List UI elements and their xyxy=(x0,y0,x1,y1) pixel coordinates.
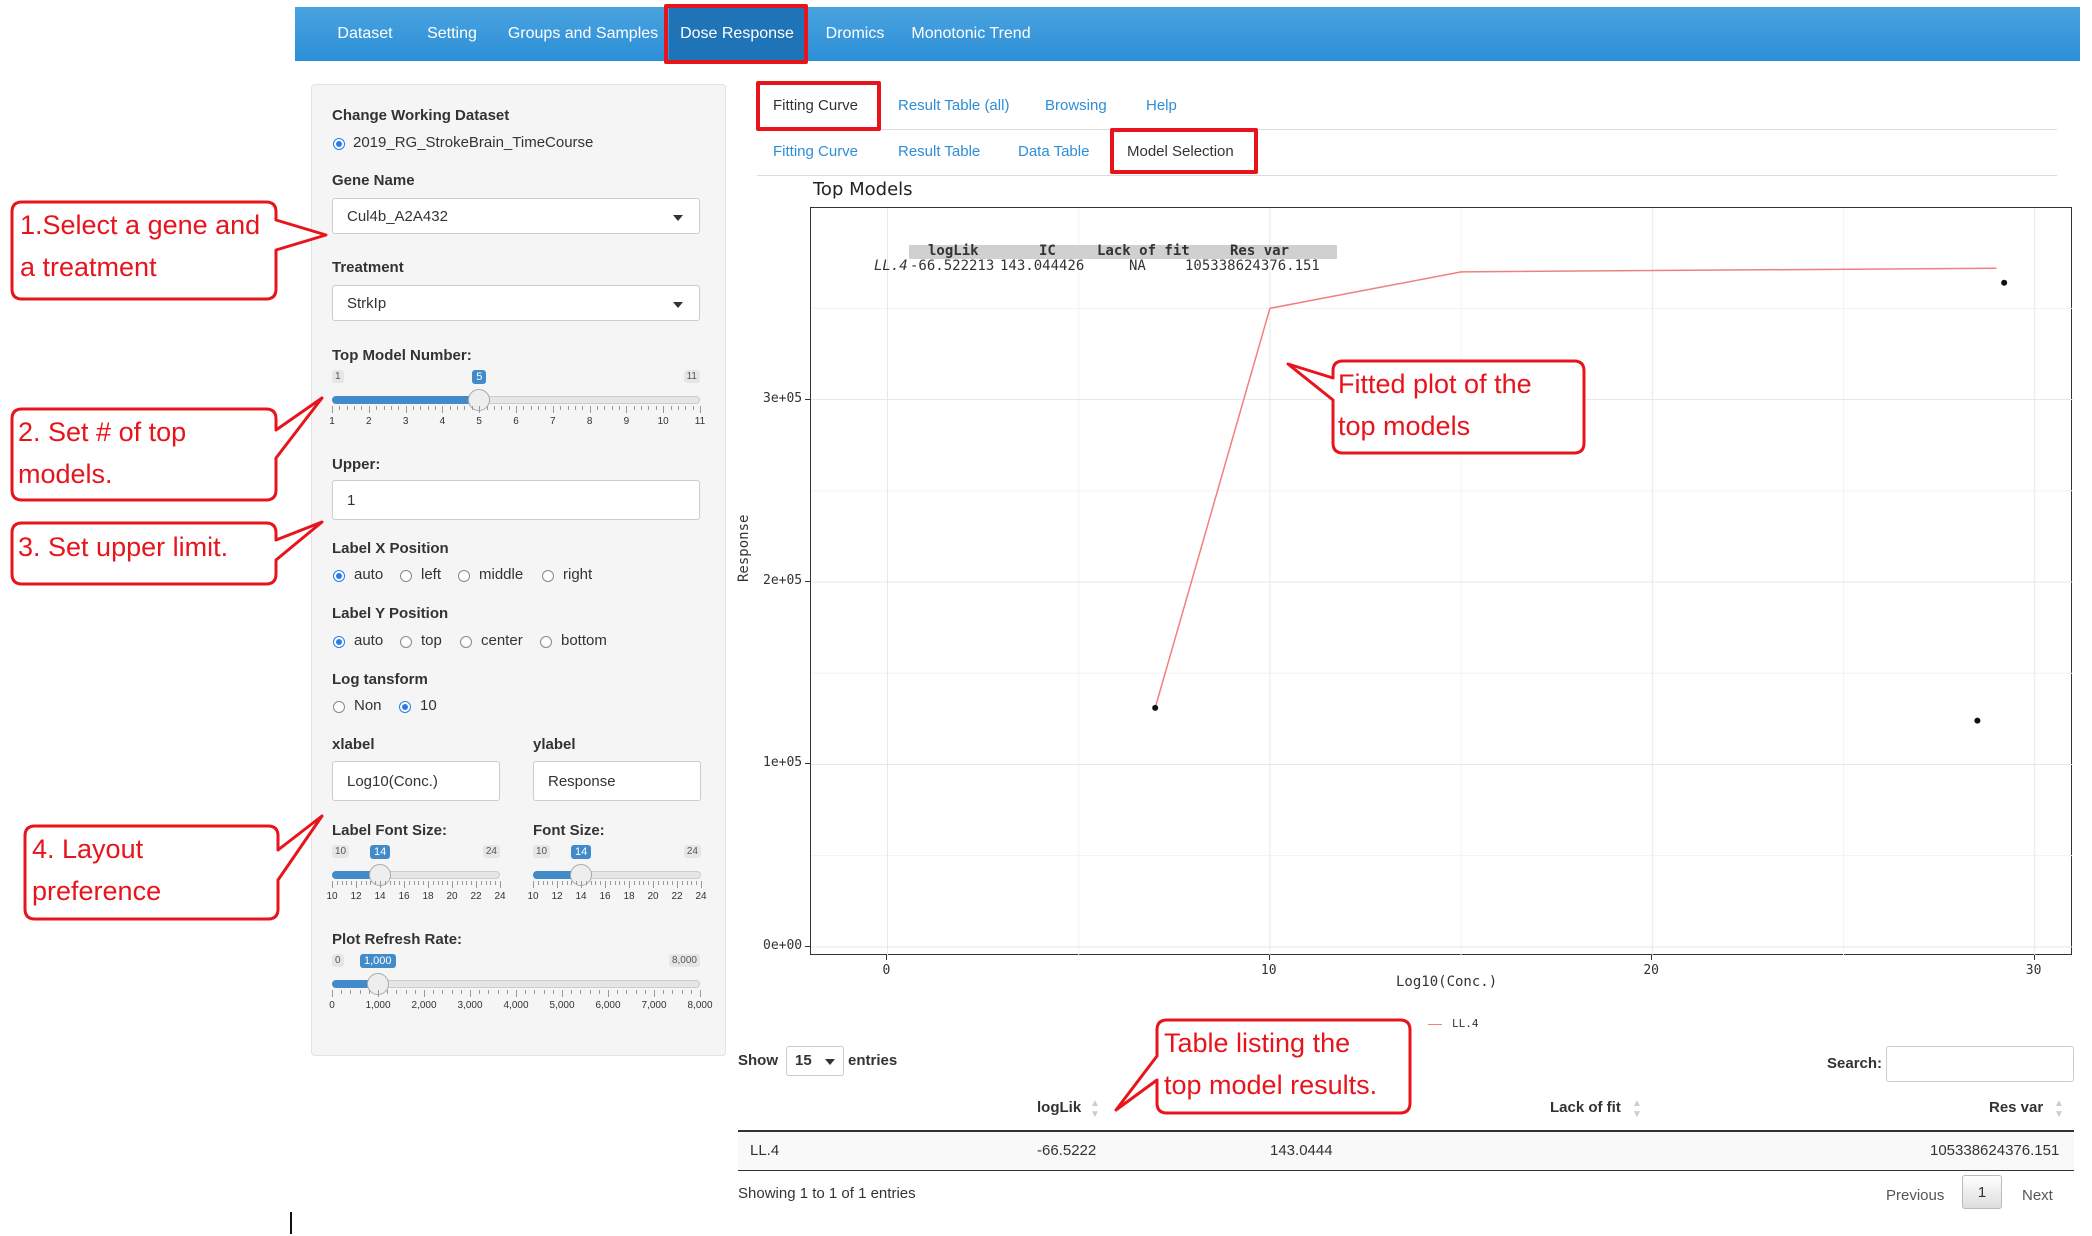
callout-4-line2: preference xyxy=(32,876,162,906)
callout-4-line1: 4. Layout xyxy=(32,834,144,864)
callout-2-line2: models. xyxy=(18,459,113,489)
callout-shapes xyxy=(10,200,1586,1115)
callout-2-line1: 2. Set # of top xyxy=(18,417,187,447)
callout-1-line2: a treatment xyxy=(20,252,157,282)
callout-1-line1: 1.Select a gene and xyxy=(20,210,261,240)
callout-6-line1: Table listing the xyxy=(1164,1028,1351,1058)
callout-6-line2: top model results. xyxy=(1164,1070,1378,1100)
callout-3-line1: 3. Set upper limit. xyxy=(18,532,229,562)
callout-5-line2: top models xyxy=(1338,411,1471,441)
callout-5-line1: Fitted plot of the xyxy=(1338,369,1532,399)
